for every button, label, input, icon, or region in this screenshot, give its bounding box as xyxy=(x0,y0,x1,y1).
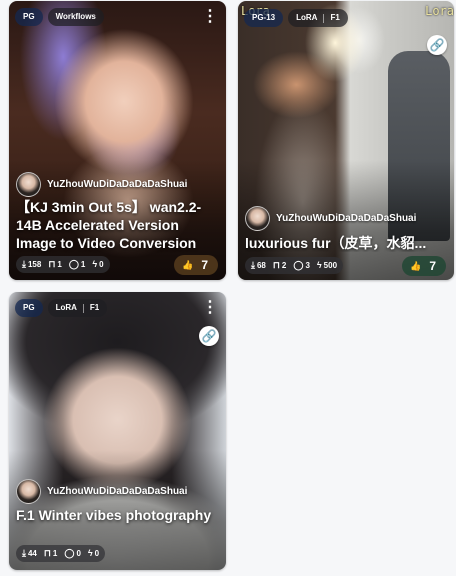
avatar[interactable] xyxy=(16,172,41,197)
buzz-stat: ϟ0 xyxy=(92,259,104,270)
tag-divider xyxy=(323,13,325,23)
card-tags: PG LoRA F1 xyxy=(15,299,108,317)
base-model-label: F1 xyxy=(330,13,340,22)
image-watermark-text: Lora xyxy=(425,4,454,18)
download-icon: ⤓ xyxy=(22,548,26,558)
more-options-icon[interactable]: ⋮ xyxy=(202,300,218,318)
bookmark-icon: ⊓ xyxy=(272,260,280,270)
card-title[interactable]: luxurious fur（皮草，水貂... xyxy=(245,234,448,252)
author-name[interactable]: YuZhouWuDiDaDaDaDaShuai xyxy=(47,179,187,190)
card-stats: ⤓ 158 ⊓ 1 ◯ 1 ϟ0 xyxy=(16,256,110,273)
author-name[interactable]: YuZhouWuDiDaDaDaDaShuai xyxy=(47,486,187,497)
comments-count: 1 xyxy=(80,260,86,269)
collects-count: 1 xyxy=(57,260,62,269)
type-badge: LoRA F1 xyxy=(47,299,108,317)
thumbs-up-icon: 👍 xyxy=(410,260,422,271)
lightning-icon: ϟ xyxy=(87,548,93,558)
lightning-icon: ϟ xyxy=(316,260,322,270)
card-stats: ⤓ 44 ⊓ 1 ◯ 0 ϟ0 xyxy=(16,545,106,562)
like-button[interactable]: 👍 7 xyxy=(402,256,446,276)
collects-stat: ⊓ 1 xyxy=(48,259,62,270)
buzz-count: 0 xyxy=(94,549,100,558)
type-label: LoRA xyxy=(296,13,318,22)
comments-count: 0 xyxy=(76,549,81,558)
avatar[interactable] xyxy=(245,206,270,231)
comments-count: 3 xyxy=(305,261,310,270)
downloads-stat: ⤓ 158 xyxy=(22,259,42,270)
model-card-3[interactable]: PG LoRA F1 ⋮ 🔗 YuZhouWuDiDaDaDaDaShuai F… xyxy=(9,292,226,570)
card-title[interactable]: 【KJ 3min Out 5s】 wan2.2-14B Accelerated … xyxy=(16,198,220,252)
downloads-stat: ⤓ 68 xyxy=(251,260,266,271)
like-count: 7 xyxy=(201,258,208,272)
avatar[interactable] xyxy=(16,479,41,504)
comments-stat: ◯ 0 xyxy=(64,548,81,559)
collects-count: 2 xyxy=(281,261,287,270)
card-author[interactable]: YuZhouWuDiDaDaDaDaShuai xyxy=(16,479,187,504)
download-icon: ⤓ xyxy=(22,259,26,269)
type-badge: Workflows xyxy=(47,8,104,26)
more-options-icon[interactable]: ⋮ xyxy=(202,9,218,27)
like-button[interactable]: 👍 7 xyxy=(174,255,218,275)
like-count: 7 xyxy=(429,259,436,273)
collects-count: 1 xyxy=(52,549,58,558)
lightning-icon: ϟ xyxy=(92,259,98,269)
card-title[interactable]: F.1 Winter vibes photography xyxy=(16,506,220,524)
collects-stat: ⊓ 1 xyxy=(43,548,58,559)
card-stats: ⤓ 68 ⊓ 2 ◯ 3 ϟ 500 xyxy=(245,257,344,274)
buzz-count: 0 xyxy=(99,260,104,269)
buzz-stat: ϟ 500 xyxy=(316,260,338,271)
bookmark-icon: ⊓ xyxy=(43,548,51,558)
comment-icon: ◯ xyxy=(64,548,75,558)
buzz-count: 500 xyxy=(323,261,338,270)
download-icon: ⤓ xyxy=(251,260,255,270)
thumbs-up-icon: 👍 xyxy=(182,259,194,270)
author-name[interactable]: YuZhouWuDiDaDaDaDaShuai xyxy=(276,213,416,224)
base-model-label: F1 xyxy=(89,303,100,312)
comment-icon: ◯ xyxy=(293,260,304,270)
type-badge: LoRA F1 xyxy=(288,9,348,27)
rating-badge: PG-13 xyxy=(244,9,284,27)
bookmark-icon: ⊓ xyxy=(48,259,56,269)
card-tags: PG-13 LoRA F1 xyxy=(244,9,348,27)
model-card-2[interactable]: Lora Lora PG-13 LoRA F1 🔗 YuZhouWuDiDaDa… xyxy=(238,1,454,280)
comments-stat: ◯ 3 xyxy=(293,260,310,271)
link-icon[interactable]: 🔗 xyxy=(427,35,447,55)
rating-badge: PG xyxy=(15,8,43,26)
downloads-count: 158 xyxy=(27,260,42,269)
rating-badge: PG xyxy=(15,299,43,317)
card-author[interactable]: YuZhouWuDiDaDaDaDaShuai xyxy=(245,206,416,231)
downloads-count: 44 xyxy=(27,549,37,558)
card-tags: PG Workflows xyxy=(15,8,104,26)
card-author[interactable]: YuZhouWuDiDaDaDaDaShuai xyxy=(16,172,187,197)
downloads-stat: ⤓ 44 xyxy=(22,548,37,559)
type-label: LoRA xyxy=(55,303,77,312)
model-card-1[interactable]: PG Workflows ⋮ YuZhouWuDiDaDaDaDaShuai 【… xyxy=(9,1,226,280)
downloads-count: 68 xyxy=(256,261,266,270)
tag-divider xyxy=(82,303,84,313)
buzz-stat: ϟ0 xyxy=(87,548,100,559)
collects-stat: ⊓ 2 xyxy=(272,260,287,271)
comments-stat: ◯ 1 xyxy=(68,259,86,270)
comment-icon: ◯ xyxy=(68,259,79,269)
link-icon[interactable]: 🔗 xyxy=(199,326,219,346)
